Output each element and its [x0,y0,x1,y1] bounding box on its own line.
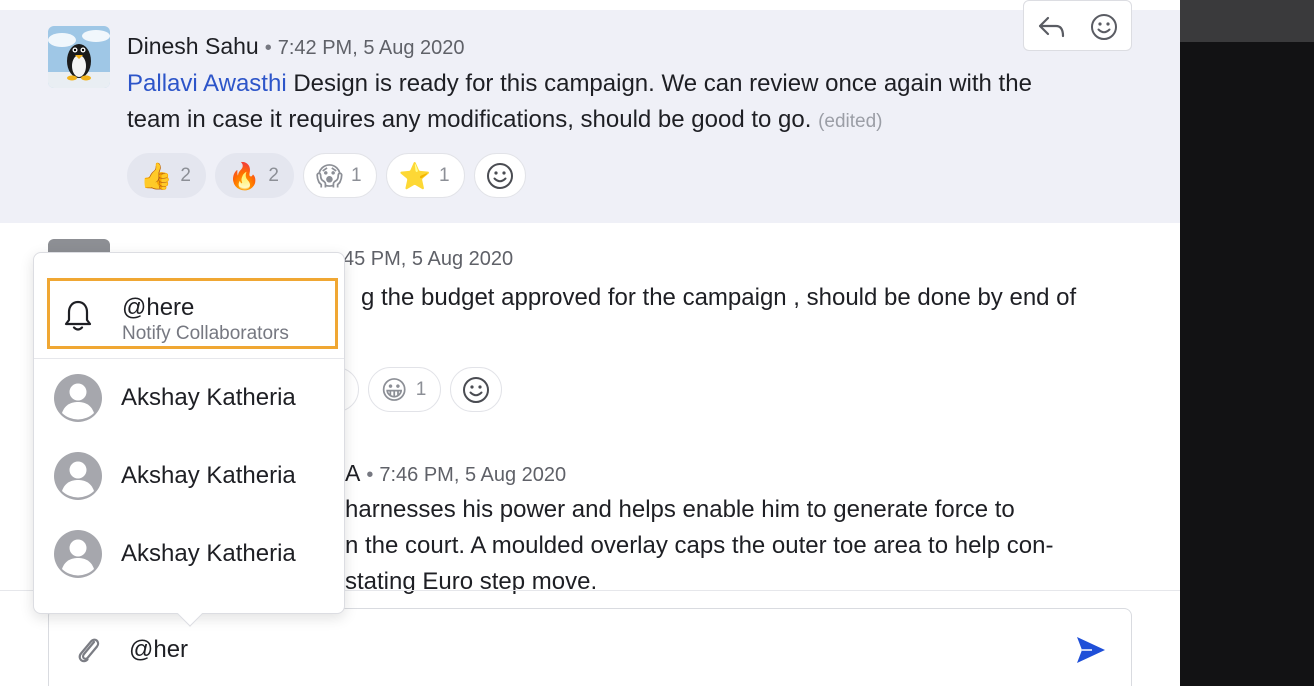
here-title: @here [122,294,195,321]
here-subtitle: Notify Collaborators [122,323,289,344]
author-name[interactable]: A [345,460,360,486]
smiley-plus-icon [463,376,490,403]
user-avatar-icon [54,374,102,422]
user-avatar-icon [54,452,102,500]
reaction-count: 1 [415,378,427,400]
message-text-line1: Design is ready for this campaign. We ca… [286,70,1032,97]
send-icon[interactable] [1075,635,1107,670]
reply-icon[interactable] [1036,14,1066,45]
edited-label: (edited) [818,111,883,132]
author-name[interactable]: Dinesh Sahu [127,33,259,59]
add-reaction-button[interactable] [450,367,503,412]
grinning-face-icon: 😀 [380,374,408,405]
star-icon: ⭐ [398,160,431,191]
message-body: Pallavi Awasthi Design is ready for this… [127,66,1157,140]
message-text: g the budget approved for the campaign ,… [361,284,1077,311]
add-reaction-button[interactable] [473,153,526,198]
meta-separator: • [264,37,272,59]
user-name: Akshay Katheria [121,384,296,411]
timestamp: 45 PM, 5 Aug 2020 [343,248,514,270]
message-composer[interactable]: @her [48,608,1132,686]
mention-suggestions-popup: @here Notify Collaborators Akshay Kather… [33,252,345,627]
reaction-star[interactable]: ⭐ 1 [385,153,465,198]
right-panel-header [1180,0,1314,42]
message-body: harnesses his power and helps enable him… [345,492,1165,600]
meta-separator: • [366,464,374,486]
user-avatar-icon [54,530,102,578]
reaction-grin[interactable]: 😀 1 [367,367,442,412]
mention-option-user[interactable]: Akshay Katheria [34,368,344,428]
message-hover-actions [1023,0,1132,51]
message-dinesh: Dinesh Sahu • 7:42 PM, 5 Aug 2020 Pallavi … [0,0,1180,223]
mention-option-user[interactable]: Akshay Katheria [34,446,344,506]
message-text-line2: team in case it requires any modificatio… [127,106,812,133]
right-panel [1180,0,1314,686]
reaction-scream[interactable]: 😱 1 [302,153,377,198]
smiley-plus-icon [486,162,513,189]
mention-option-here[interactable]: @here Notify Collaborators [47,278,338,349]
avatar[interactable] [48,26,110,88]
message-meta: A • 7:46 PM, 5 Aug 2020 [345,460,566,487]
fire-icon: 🔥 [227,160,261,191]
message-meta: Dinesh Sahu • 7:42 PM, 5 Aug 2020 [127,33,465,60]
reaction-thumbs-up[interactable]: 👍 2 [127,153,206,198]
reaction-count: 2 [268,164,279,186]
mention-link[interactable]: Pallavi Awasthi [127,70,287,97]
paperclip-icon[interactable] [75,633,103,670]
message-text-line1: harnesses his power and helps enable him… [345,496,1015,523]
user-name: Akshay Katheria [121,462,296,489]
screaming-face-icon: 😱 [315,160,344,191]
bell-icon [62,299,94,338]
reaction-count: 1 [351,164,362,186]
thumbs-up-icon: 👍 [140,160,173,191]
message-text-line2: n the court. A moulded overlay caps the … [345,532,1054,559]
user-name: Akshay Katheria [121,540,296,567]
reaction-count: 2 [180,164,191,186]
reaction-fire[interactable]: 🔥 2 [214,153,294,198]
reactions-bar: 👍 2 🔥 2 😱 1 ⭐ 1 [127,153,526,198]
chat-area: Dinesh Sahu • 7:42 PM, 5 Aug 2020 Pallavi … [0,0,1180,686]
mention-option-user[interactable]: Akshay Katheria [34,524,344,584]
popup-divider [34,358,344,359]
timestamp: 7:46 PM, 5 Aug 2020 [379,464,567,486]
timestamp: 7:42 PM, 5 Aug 2020 [277,37,465,59]
message-input[interactable]: @her [129,636,188,664]
add-reaction-icon[interactable] [1089,12,1119,47]
reaction-count: 1 [438,164,450,186]
